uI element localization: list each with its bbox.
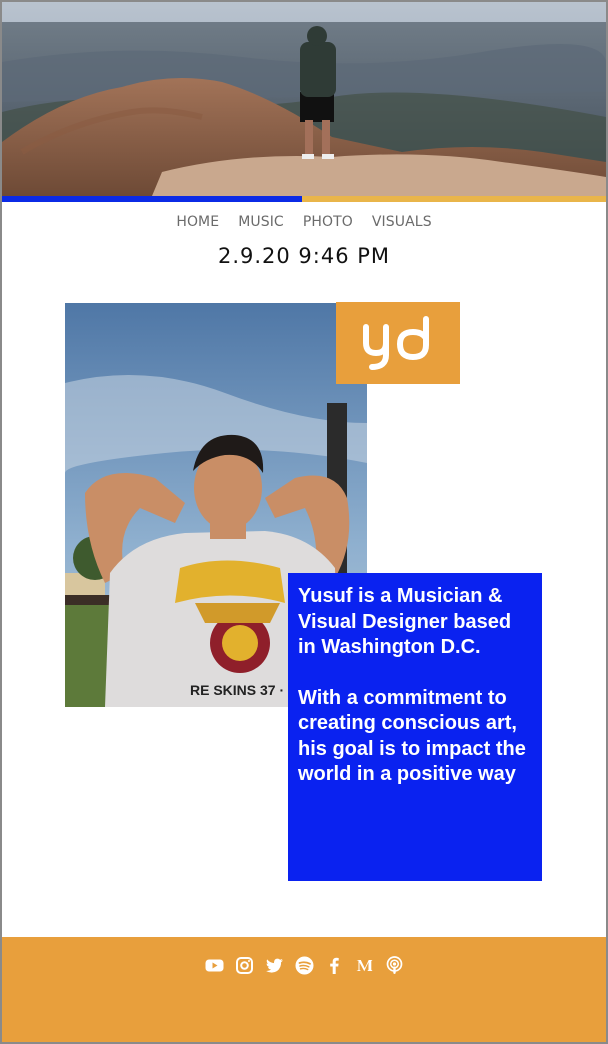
bio-box: Yusuf is a Musician & Visual Designer ba… xyxy=(288,573,542,881)
accent-bar-blue xyxy=(2,196,302,202)
hero-banner-image xyxy=(2,2,606,196)
yd-logo[interactable] xyxy=(336,302,460,384)
page-frame: HOME MUSIC PHOTO VISUALS 2.9.20 9:46 PM xyxy=(0,0,608,1044)
youtube-icon[interactable] xyxy=(205,956,224,975)
social-links xyxy=(2,956,606,975)
nav-visuals-link[interactable]: VISUALS xyxy=(372,214,432,230)
podcast-icon[interactable] xyxy=(385,956,404,975)
datetime-display: 2.9.20 9:46 PM xyxy=(217,244,391,268)
medium-icon[interactable] xyxy=(355,956,374,975)
bio-paragraph-mission: With a commitment to creating conscious … xyxy=(298,686,526,786)
instagram-icon[interactable] xyxy=(235,956,254,975)
nav-music-link[interactable]: MUSIC xyxy=(238,214,284,230)
nav-photo-link[interactable]: PHOTO xyxy=(303,214,353,230)
nav-home-link[interactable]: HOME xyxy=(176,214,219,230)
twitter-icon[interactable] xyxy=(265,956,284,975)
bio-paragraph-intro: Yusuf is a Musician & Visual Designer ba… xyxy=(298,585,512,658)
main-nav: HOME MUSIC PHOTO VISUALS xyxy=(2,214,606,230)
facebook-icon[interactable] xyxy=(325,956,344,975)
spotify-icon[interactable] xyxy=(295,956,314,975)
accent-bar-orange xyxy=(302,196,606,202)
yd-logo-mark xyxy=(363,316,429,370)
site-footer xyxy=(2,937,606,1042)
